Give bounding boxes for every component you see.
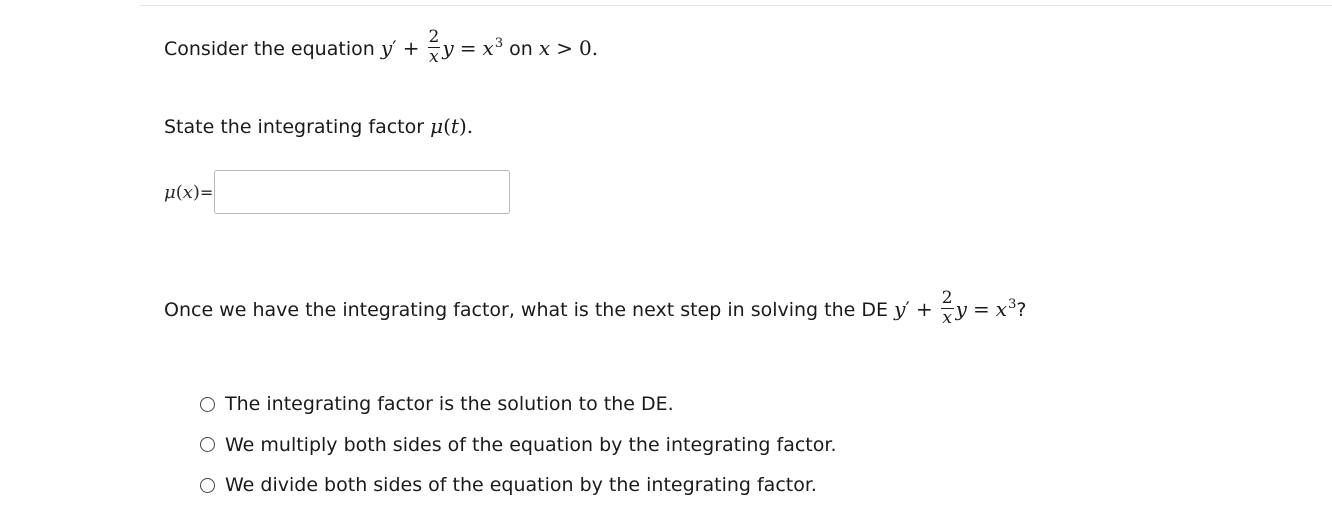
q1-equals: = [459,36,477,60]
q1-zero: 0. [579,36,599,60]
q1-frac-numerator: 2 [427,27,441,48]
q1-y-prime: y′ [380,36,397,60]
q2-y-prime: y′ [894,297,910,321]
q1-plus: + [402,36,420,60]
choice-option-1[interactable]: The integrating factor is the solution t… [200,384,836,425]
q2-fraction: 2 x [940,288,954,328]
top-divider [140,5,1332,6]
q1-sub-arg: (t) [443,114,467,138]
choice-label-3: We divide both sides of the equation by … [225,474,817,497]
q2-frac-denominator: x [942,308,952,328]
question-1-subprompt: State the integrating factor μ(t). [164,114,473,138]
q2-y: y [955,297,967,321]
choice-option-2[interactable]: We multiply both sides of the equation b… [200,425,836,466]
question-1-text: Consider the equation y′ + 2 x y = x3 on… [164,27,599,69]
q1-prefix: Consider the equation [164,38,375,60]
q1-sub-mu: μ [430,114,444,138]
q2-plus: + [915,297,933,321]
q1-frac-denominator: x [429,47,439,67]
radio-button-3[interactable] [200,477,215,493]
choice-option-3[interactable]: We divide both sides of the equation by … [200,465,836,506]
q1-y: y [442,36,454,60]
answer-row: μ(x)= [164,169,511,215]
choice-label-1: The integrating factor is the solution t… [225,393,674,416]
q1-sub-period: . [466,114,474,138]
integrating-factor-input[interactable] [214,170,511,214]
q1-fraction: 2 x [427,27,441,67]
q1-gt: > [556,36,573,60]
q1-domain-var: x [538,36,551,60]
question-2-text: Once we have the integrating factor, wha… [164,288,1027,330]
q2-equals: = [972,297,990,321]
q1-sub-text: State the integrating factor [164,116,425,138]
radio-button-1[interactable] [200,396,215,412]
q2-rhs: x3 [995,297,1017,321]
answer-label: μ(x)= [164,181,214,203]
answer-choices: The integrating factor is the solution t… [200,384,836,506]
choice-label-2: We multiply both sides of the equation b… [225,433,837,456]
q2-prefix: Once we have the integrating factor, wha… [164,299,889,321]
q2-frac-numerator: 2 [940,288,954,309]
q1-on-text: on [509,38,533,60]
q1-rhs: x3 [482,36,504,60]
q2-question-mark: ? [1016,299,1027,321]
radio-button-2[interactable] [200,437,215,453]
